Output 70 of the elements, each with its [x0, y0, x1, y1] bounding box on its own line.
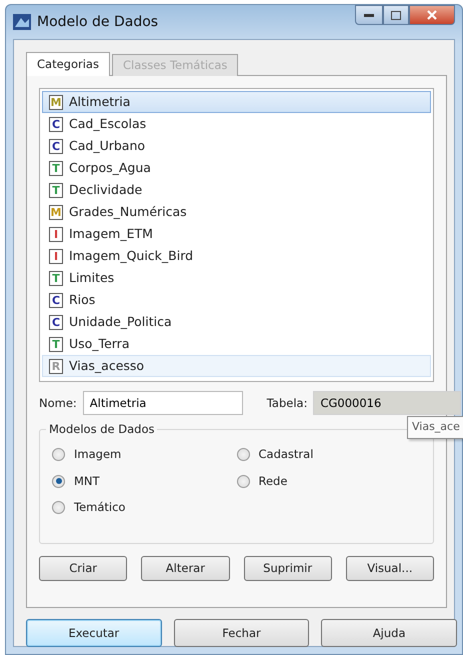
- category-item[interactable]: T Corpos_Agua: [42, 157, 431, 180]
- category-item[interactable]: C Rios: [42, 289, 431, 312]
- category-name: Limites: [69, 268, 114, 287]
- action-button[interactable]: Alterar: [141, 556, 230, 582]
- radio-button[interactable]: [236, 474, 250, 488]
- category-item[interactable]: C Unidade_Politica: [42, 311, 431, 334]
- tooltip: Vias_ace: [407, 416, 463, 438]
- category-type-badge: C: [49, 314, 63, 330]
- category-item[interactable]: M Grades_Numéricas: [42, 201, 431, 224]
- category-type-badge: T: [49, 336, 63, 352]
- dialog-button[interactable]: Fechar: [174, 619, 310, 648]
- category-type-badge: C: [49, 292, 63, 308]
- minimize-button[interactable]: [355, 5, 383, 25]
- category-item[interactable]: R Vias_acesso: [42, 355, 431, 378]
- category-type-badge: C: [49, 116, 63, 132]
- radio-button[interactable]: [52, 448, 65, 462]
- radio-label: Imagem: [74, 446, 122, 464]
- category-item[interactable]: M Altimetria: [42, 91, 431, 114]
- category-item[interactable]: C Cad_Escolas: [42, 113, 431, 136]
- category-list[interactable]: M Altimetria C Cad_Escolas C Cad_Urbano T Corpos_Agua T Declividade M Grades_Numéricas I Imagem_ETM I Imagem_Quick_Bird T Limites C Rios C Unidade_Politica T Uso_Terra R Vias_acesso: [39, 88, 434, 382]
- category-item[interactable]: T Declividade: [42, 179, 431, 202]
- category-item[interactable]: T Uso_Terra: [42, 333, 431, 356]
- category-item[interactable]: I Imagem_Quick_Bird: [42, 245, 431, 268]
- radio-button[interactable]: [52, 500, 65, 514]
- category-name: Imagem_Quick_Bird: [69, 246, 194, 265]
- radio-label: Rede: [258, 472, 288, 490]
- category-name: Declividade: [69, 180, 142, 199]
- category-type-badge: I: [49, 248, 63, 264]
- category-name: Imagem_ETM: [69, 224, 153, 243]
- category-name: Uso_Terra: [69, 334, 130, 353]
- category-type-badge: T: [49, 182, 63, 198]
- app-icon: [13, 14, 31, 30]
- tab[interactable]: Categorias: [26, 52, 110, 76]
- category-type-badge: R: [49, 358, 63, 374]
- dialog-button[interactable]: Executar: [26, 619, 162, 648]
- category-name: Altimetria: [69, 92, 130, 111]
- category-type-badge: I: [49, 226, 63, 242]
- window-title: Modelo de Dados: [37, 12, 158, 32]
- close-icon: [427, 10, 437, 20]
- maximize-icon: [391, 10, 401, 20]
- category-name: Grades_Numéricas: [69, 202, 187, 221]
- radio-button[interactable]: [52, 474, 65, 488]
- action-button[interactable]: Suprimir: [244, 556, 332, 582]
- category-item[interactable]: I Imagem_ETM: [42, 223, 431, 246]
- minimize-icon: [364, 14, 374, 16]
- category-name: Cad_Urbano: [69, 136, 146, 155]
- category-name: Cad_Escolas: [69, 114, 146, 133]
- radio-button[interactable]: [236, 448, 250, 462]
- category-type-badge: T: [49, 160, 63, 176]
- action-button[interactable]: Criar: [39, 556, 128, 582]
- close-button[interactable]: [409, 5, 455, 25]
- radio-label: Temático: [74, 498, 126, 516]
- dialog-button[interactable]: Ajuda: [321, 619, 457, 648]
- category-type-badge: M: [49, 94, 63, 110]
- category-name: Corpos_Agua: [69, 158, 151, 177]
- category-name: Unidade_Politica: [69, 312, 172, 331]
- name-label: Nome:: [39, 394, 77, 412]
- radio-label: Cadastral: [258, 446, 314, 464]
- action-button[interactable]: Visual...: [346, 556, 434, 582]
- category-item[interactable]: C Cad_Urbano: [42, 135, 431, 158]
- category-type-badge: C: [49, 138, 63, 154]
- category-item[interactable]: T Limites: [42, 267, 431, 290]
- category-type-badge: T: [49, 270, 63, 286]
- category-type-badge: M: [49, 204, 63, 220]
- radio-label: MNT: [74, 472, 100, 490]
- category-name: Rios: [69, 290, 96, 309]
- table-label: Tabela:: [266, 394, 308, 412]
- maximize-button[interactable]: [383, 5, 409, 25]
- name-field[interactable]: Altimetria: [82, 391, 243, 416]
- category-name: Vias_acesso: [69, 356, 144, 375]
